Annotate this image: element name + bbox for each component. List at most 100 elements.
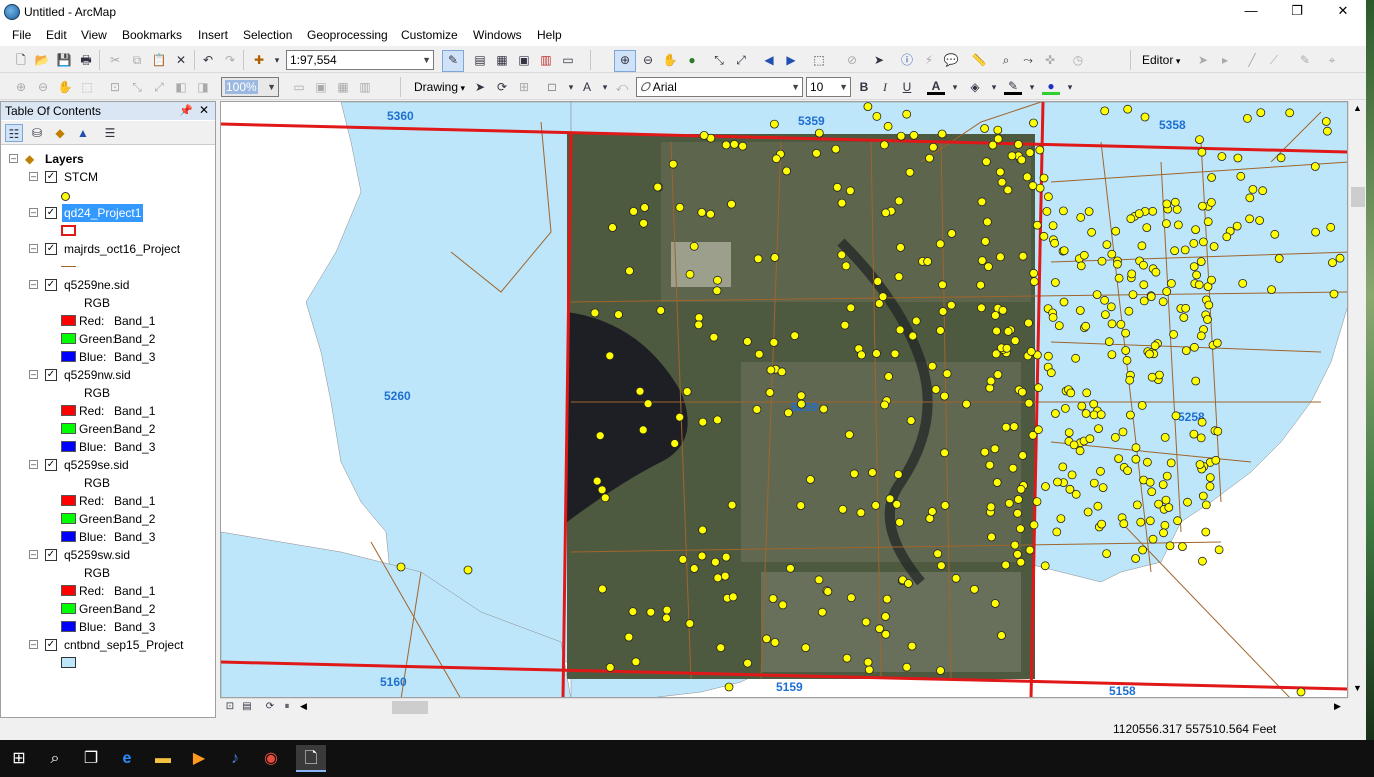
layer-majrds-oct16-project[interactable]: – ✓ majrds_oct16_Project (29, 240, 209, 258)
drawing-menu[interactable]: Drawing ▾ (414, 80, 465, 94)
font-size-combo[interactable]: 10 ▼ (806, 77, 851, 97)
collapse-icon[interactable]: – (29, 280, 38, 289)
text-dropdown-icon[interactable]: ▾ (596, 78, 614, 96)
collapse-icon[interactable]: – (29, 550, 38, 559)
zoom-out-icon[interactable]: ⊖ (639, 51, 657, 69)
html-popup-icon[interactable]: 💬 (942, 51, 960, 69)
app-pin-icon[interactable]: ♪ (220, 745, 250, 772)
marker-color-dropdown-icon[interactable]: ▾ (1061, 78, 1079, 96)
layers-root[interactable]: – ◆ Layers (9, 150, 209, 168)
layer-visibility-checkbox[interactable]: ✓ (45, 369, 57, 381)
layer-visibility-checkbox[interactable]: ✓ (45, 639, 57, 651)
layer-cntbnd-sep15-project[interactable]: – ✓ cntbnd_sep15_Project (29, 636, 209, 654)
collapse-icon[interactable]: – (29, 172, 38, 181)
zoom-to-selected-elements-icon[interactable]: ⊞ (515, 78, 533, 96)
search-window-icon[interactable]: ▣ (515, 51, 533, 69)
green-band-swatch[interactable] (61, 603, 76, 614)
list-by-selection-icon[interactable]: ▲ (74, 124, 92, 142)
font-name-combo[interactable]: 𝑂 Arial ▼ (636, 77, 803, 97)
windows-start-icon[interactable]: ⊞ (4, 745, 34, 772)
end-point-arc-icon[interactable]: ⟋ (1265, 51, 1283, 69)
red-band-swatch[interactable] (61, 315, 76, 326)
layer-visibility-checkbox[interactable]: ✓ (45, 459, 57, 471)
point-symbol[interactable] (61, 192, 70, 201)
font-color-icon[interactable]: A (927, 77, 945, 95)
polygon-fill-symbol[interactable] (61, 657, 76, 668)
map-display[interactable]: 5360 5359 5358 5260 5259 5258 5160 5159 … (220, 101, 1348, 698)
list-by-source-icon[interactable]: ⛁ (28, 124, 46, 142)
layer-stcm[interactable]: – ✓ STCM (29, 168, 209, 186)
layer-q5259se[interactable]: – ✓ q5259se.sid (29, 456, 209, 474)
collapse-icon[interactable]: – (29, 640, 38, 649)
add-data-dropdown-icon[interactable]: ▾ (268, 51, 286, 69)
fixed-layout-zoom-out-icon[interactable]: ⤢ (150, 78, 168, 96)
scroll-left-icon[interactable]: ◀ (300, 701, 307, 712)
go-to-xy-icon[interactable]: ✜ (1041, 51, 1059, 69)
italic-button[interactable]: I (876, 78, 894, 96)
data-view-icon[interactable]: ⊡ (222, 699, 238, 715)
layer-visibility-checkbox[interactable]: ✓ (45, 279, 57, 291)
layer-visibility-checkbox[interactable]: ✓ (45, 207, 57, 219)
layout-view-icon[interactable]: ▤ (239, 699, 255, 715)
edit-vertices-drawing-icon[interactable]: ⤺ (613, 78, 631, 96)
change-layout-icon[interactable]: ▦ (334, 78, 352, 96)
pin-icon[interactable]: 📌 (179, 104, 193, 117)
layout-zoom-combo[interactable]: 100% ▼ (221, 77, 279, 97)
editor-toolbar-toggle-icon[interactable]: ✎ (442, 50, 464, 72)
options-icon[interactable]: ☰ (101, 124, 119, 142)
menu-view[interactable]: View (81, 28, 107, 42)
file-explorer-icon[interactable]: ▬ (148, 745, 178, 772)
save-icon[interactable]: 💾 (55, 51, 73, 69)
layer-visibility-checkbox[interactable]: ✓ (45, 549, 57, 561)
layer-qd24-project1[interactable]: – ✓ qd24_Project1 (29, 204, 209, 222)
collapse-icon[interactable]: – (9, 154, 18, 163)
edge-browser-icon[interactable]: e (112, 745, 142, 772)
text-tool-icon[interactable]: A (578, 78, 596, 96)
full-extent-globe-icon[interactable]: ● (683, 51, 701, 69)
forward-arrow-icon[interactable]: ▶ (782, 51, 800, 69)
task-view-icon[interactable]: ❐ (76, 745, 106, 772)
focus-data-frame-icon[interactable]: ▣ (312, 78, 330, 96)
back-arrow-icon[interactable]: ◀ (760, 51, 778, 69)
fill-color-bucket-icon[interactable]: ◈ (966, 78, 984, 96)
menu-selection[interactable]: Selection (243, 28, 292, 42)
select-elements-icon[interactable]: ➤ (471, 78, 489, 96)
measure-icon[interactable]: 📏 (970, 51, 988, 69)
zoom-in-icon[interactable]: ⊕ (614, 50, 636, 72)
media-player-icon[interactable]: ▶ (184, 745, 214, 772)
edit-tool-icon[interactable]: ➤ (1194, 51, 1212, 69)
scroll-up-icon[interactable]: ▲ (1353, 103, 1362, 113)
blue-band-swatch[interactable] (61, 531, 76, 542)
layer-visibility-checkbox[interactable]: ✓ (45, 171, 57, 183)
maximize-button[interactable]: ❐ (1274, 0, 1320, 24)
layer-q5259sw[interactable]: – ✓ q5259sw.sid (29, 546, 209, 564)
identify-icon[interactable]: ⓘ (898, 51, 916, 69)
blue-band-swatch[interactable] (61, 351, 76, 362)
redo-icon[interactable]: ↷ (221, 51, 239, 69)
chrome-browser-icon[interactable]: ◉ (256, 745, 286, 772)
menu-bookmarks[interactable]: Bookmarks (122, 28, 182, 42)
copy-icon[interactable]: ⧉ (128, 51, 146, 69)
green-band-swatch[interactable] (61, 423, 76, 434)
pan-hand-icon[interactable]: ✋ (661, 51, 679, 69)
red-band-swatch[interactable] (61, 585, 76, 596)
menu-geoprocessing[interactable]: Geoprocessing (307, 28, 388, 42)
close-icon[interactable]: ✕ (199, 103, 209, 117)
menu-windows[interactable]: Windows (473, 28, 522, 42)
map-horizontal-scrollbar[interactable]: ⊡ ▤ ⟳ ⏸ ◀ ▶ (220, 698, 1348, 716)
scroll-thumb[interactable] (392, 701, 428, 714)
layer-visibility-checkbox[interactable]: ✓ (45, 243, 57, 255)
list-by-visibility-icon[interactable]: ◆ (51, 124, 69, 142)
layout-pan-icon[interactable]: ✋ (56, 78, 74, 96)
fixed-layout-zoom-in-icon[interactable]: ⤡ (128, 78, 146, 96)
line-color-dropdown-icon[interactable]: ▾ (1023, 78, 1041, 96)
add-data-icon[interactable]: ✚ (250, 51, 268, 69)
new-document-icon[interactable]: 🗋 (12, 51, 30, 69)
layout-zoom-in-icon[interactable]: ⊕ (12, 78, 30, 96)
refresh-icon[interactable]: ⟳ (262, 699, 278, 715)
pause-drawing-icon[interactable]: ⏸ (279, 699, 295, 715)
rotate-icon[interactable]: ⟳ (493, 78, 511, 96)
straight-segment-icon[interactable]: ╱ (1243, 51, 1261, 69)
menu-insert[interactable]: Insert (198, 28, 228, 42)
trace-icon[interactable]: ✎ (1296, 51, 1314, 69)
